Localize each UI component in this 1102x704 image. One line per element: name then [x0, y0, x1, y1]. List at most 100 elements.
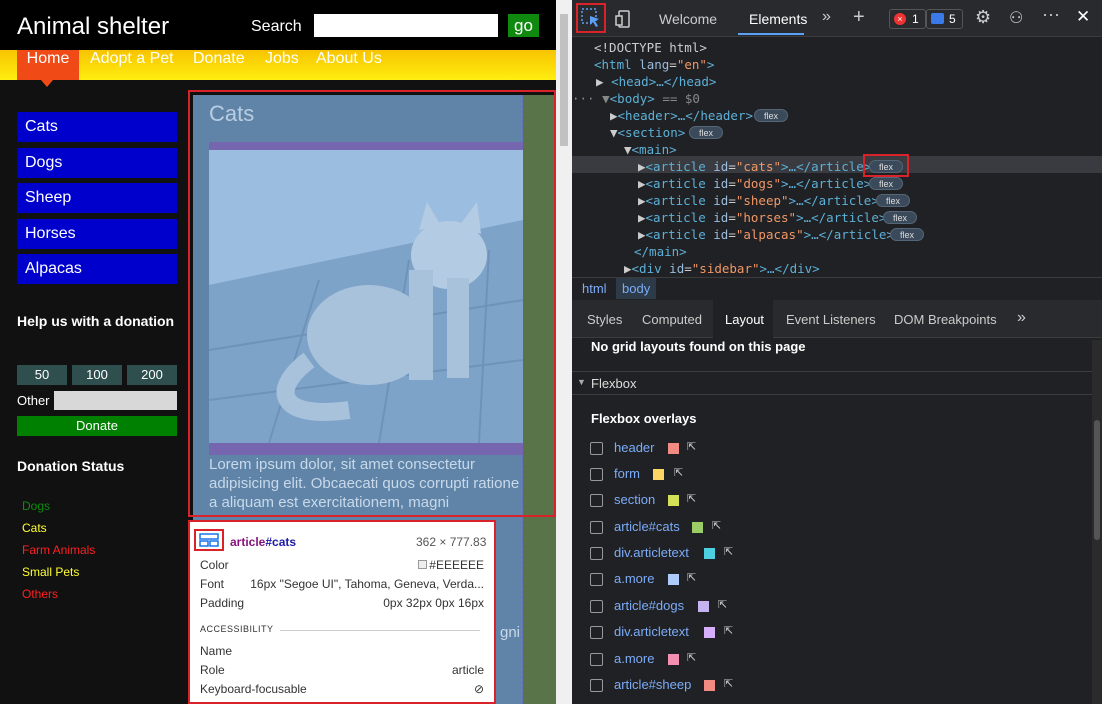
- overlay-color-swatch[interactable]: [692, 522, 703, 533]
- nav-about[interactable]: About Us: [316, 50, 382, 80]
- overlay-checkbox[interactable]: [590, 521, 603, 534]
- overlay-checkbox[interactable]: [590, 679, 603, 692]
- nav-donate[interactable]: Donate: [193, 50, 245, 80]
- main-tag: <main>: [631, 142, 677, 157]
- amount-200-button[interactable]: 200: [127, 365, 177, 385]
- sidebar-item-sheep[interactable]: Sheep: [17, 183, 177, 213]
- dom-main-close[interactable]: </main>: [634, 244, 687, 259]
- dom-article-horses[interactable]: ▶<article id="horses">…</article>: [638, 210, 886, 225]
- dom-body[interactable]: ··· ▼<body> == $0: [572, 91, 700, 106]
- overlay-checkbox[interactable]: [590, 600, 603, 613]
- overlay-color-swatch[interactable]: [704, 680, 715, 691]
- tab-computed[interactable]: Computed: [642, 312, 702, 327]
- article-id-sheep: "sheep": [735, 193, 789, 208]
- dom-article-sheep[interactable]: ▶<article id="sheep">…</article>: [638, 193, 879, 208]
- overlay-checkbox[interactable]: [590, 573, 603, 586]
- go-button[interactable]: go: [508, 14, 539, 37]
- tab-event-listeners[interactable]: Event Listeners: [786, 312, 876, 327]
- customize-icon[interactable]: ⚇: [1009, 8, 1023, 28]
- amount-100-button[interactable]: 100: [72, 365, 122, 385]
- inspect-tool-icon[interactable]: [576, 3, 606, 33]
- messages-badge[interactable]: 5: [926, 9, 963, 29]
- overlay-color-swatch[interactable]: [668, 574, 679, 585]
- dom-section[interactable]: ▼<section>: [610, 125, 685, 140]
- tab-layout[interactable]: Layout: [725, 312, 764, 327]
- page-scrollbar-thumb[interactable]: [560, 14, 568, 146]
- flexbox-section-header[interactable]: ▼ Flexbox: [572, 371, 1102, 395]
- flex-badge-header[interactable]: flex: [754, 109, 788, 122]
- sidebar-item-horses[interactable]: Horses: [17, 219, 177, 249]
- tab-dom-breakpoints[interactable]: DOM Breakpoints: [894, 312, 997, 327]
- tab-elements[interactable]: Elements: [749, 11, 807, 27]
- name-label: Name: [200, 644, 233, 658]
- show-element-icon[interactable]: ⇱: [724, 545, 738, 559]
- overlay-color-swatch[interactable]: [698, 601, 709, 612]
- sidebar-item-dogs[interactable]: Dogs: [17, 148, 177, 178]
- errors-badge[interactable]: × 1: [889, 9, 926, 29]
- show-element-icon[interactable]: ⇱: [687, 492, 701, 506]
- settings-gear-icon[interactable]: ⚙: [975, 7, 991, 28]
- more-tabs-icon[interactable]: »: [822, 8, 831, 26]
- donate-button[interactable]: Donate: [17, 416, 177, 436]
- new-tab-icon[interactable]: +: [853, 6, 865, 29]
- show-element-icon[interactable]: ⇱: [687, 440, 701, 454]
- color-label: Color: [200, 558, 229, 572]
- search-input[interactable]: [314, 14, 498, 37]
- devtools-scrollbar-thumb[interactable]: [1094, 420, 1100, 540]
- sidebar-id: "sidebar": [691, 261, 760, 276]
- show-element-icon[interactable]: ⇱: [718, 598, 732, 612]
- overlay-checkbox[interactable]: [590, 468, 603, 481]
- overlay-checkbox[interactable]: [590, 442, 603, 455]
- show-element-icon[interactable]: ⇱: [712, 519, 726, 533]
- overlay-color-swatch[interactable]: [653, 469, 664, 480]
- more-options-icon[interactable]: ···: [1042, 4, 1060, 25]
- dom-article-cats[interactable]: ▶<article id="cats">…</article>: [638, 159, 871, 174]
- nav-home[interactable]: Home: [17, 50, 79, 80]
- overlay-color-swatch[interactable]: [704, 548, 715, 559]
- messages-count: 5: [949, 12, 956, 26]
- overlay-checkbox[interactable]: [590, 494, 603, 507]
- breadcrumb-body[interactable]: body: [616, 278, 657, 299]
- more-subtabs-icon[interactable]: »: [1017, 309, 1026, 327]
- dom-article-dogs[interactable]: ▶<article id="dogs">…</article>: [638, 176, 871, 191]
- flex-badge-alpacas[interactable]: flex: [890, 228, 924, 241]
- dom-sidebar[interactable]: ▶<div id="sidebar">…</div>: [624, 261, 820, 276]
- flex-icon[interactable]: [194, 529, 224, 551]
- dom-article-alpacas[interactable]: ▶<article id="alpacas">…</article>: [638, 227, 894, 242]
- overlay-checkbox[interactable]: [590, 547, 603, 560]
- status-cats: Cats: [22, 521, 47, 535]
- section-tag: <section>: [617, 125, 686, 140]
- sidebar-item-cats[interactable]: Cats: [17, 112, 177, 142]
- flex-badge-section[interactable]: flex: [689, 126, 723, 139]
- overlay-color-swatch[interactable]: [668, 495, 679, 506]
- show-element-icon[interactable]: ⇱: [687, 571, 701, 585]
- amount-50-button[interactable]: 50: [17, 365, 67, 385]
- dom-html[interactable]: <html lang="en">: [594, 57, 714, 72]
- close-icon[interactable]: ✕: [1076, 7, 1090, 27]
- dom-header[interactable]: ▶<header>…</header>: [610, 108, 753, 123]
- flex-badge-dogs[interactable]: flex: [869, 177, 903, 190]
- dom-main[interactable]: ▼<main>: [624, 142, 677, 157]
- sidebar-item-alpacas[interactable]: Alpacas: [17, 254, 177, 284]
- nav-adopt[interactable]: Adopt a Pet: [90, 50, 174, 80]
- show-element-icon[interactable]: ⇱: [687, 651, 701, 665]
- overlay-checkbox[interactable]: [590, 653, 603, 666]
- show-element-icon[interactable]: ⇱: [724, 624, 738, 638]
- tab-welcome[interactable]: Welcome: [659, 11, 717, 27]
- overlay-color-swatch[interactable]: [668, 443, 679, 454]
- flex-badge-horses[interactable]: flex: [883, 211, 917, 224]
- nav-jobs[interactable]: Jobs: [265, 50, 299, 80]
- font-value: 16px "Segoe UI", Tahoma, Geneva, Verda..…: [250, 577, 484, 591]
- dom-doctype[interactable]: <!DOCTYPE html>: [594, 40, 707, 55]
- show-element-icon[interactable]: ⇱: [674, 466, 688, 480]
- show-element-icon[interactable]: ⇱: [724, 677, 738, 691]
- dom-head[interactable]: ▶ <head>…</head>: [596, 74, 716, 89]
- overlay-color-swatch[interactable]: [704, 627, 715, 638]
- other-amount-input[interactable]: [54, 391, 177, 410]
- device-toolbar-icon[interactable]: [614, 9, 634, 32]
- overlay-color-swatch[interactable]: [668, 654, 679, 665]
- overlay-checkbox[interactable]: [590, 626, 603, 639]
- flex-badge-sheep[interactable]: flex: [876, 194, 910, 207]
- breadcrumb-html[interactable]: html: [582, 281, 607, 296]
- tab-styles[interactable]: Styles: [587, 312, 622, 327]
